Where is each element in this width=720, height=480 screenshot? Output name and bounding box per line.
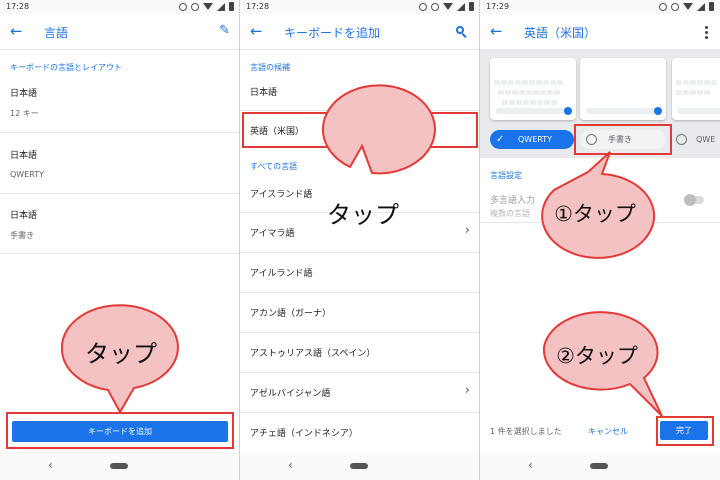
nav-bar: ‹	[0, 452, 240, 480]
callout-text-1: ①タップ	[554, 202, 636, 226]
panel-divider	[239, 0, 240, 480]
screen-add-keyboard: 17:28 ← キーボードを追加 言語の候補 日本語 英語（米国） すべての言語…	[240, 0, 480, 480]
nav-home-pill[interactable]	[110, 463, 128, 469]
nav-bar: ‹	[480, 452, 720, 480]
panel-divider	[479, 0, 480, 480]
nav-home-pill[interactable]	[590, 463, 608, 469]
selected-count: 1 件を選択しました	[490, 427, 562, 436]
nav-back-icon[interactable]: ‹	[528, 458, 533, 472]
nav-back-icon[interactable]: ‹	[48, 458, 53, 472]
callout-bubble	[60, 304, 179, 415]
nav-home-pill[interactable]	[350, 463, 368, 469]
callout-text: タップ	[327, 201, 399, 229]
nav-bar: ‹	[240, 452, 480, 480]
callout-text-2: ②タップ	[556, 344, 638, 368]
nav-back-icon[interactable]: ‹	[288, 458, 293, 472]
screen-languages: 17:28 ← 言語 ✎ キーボードの言語とレイアウト 日本語 12 キー 日本…	[0, 0, 240, 480]
callout-bubble-1	[541, 151, 663, 417]
screen-english-us: 17:29 ← 英語（米国） ✓ QWERTY 手書き QWE 言語設定 多言語…	[480, 0, 720, 480]
callout-bubble	[321, 84, 436, 175]
cancel-button[interactable]: キャンセル	[588, 426, 628, 437]
done-button[interactable]: 完了	[660, 421, 708, 440]
callout-text: タップ	[85, 340, 157, 368]
